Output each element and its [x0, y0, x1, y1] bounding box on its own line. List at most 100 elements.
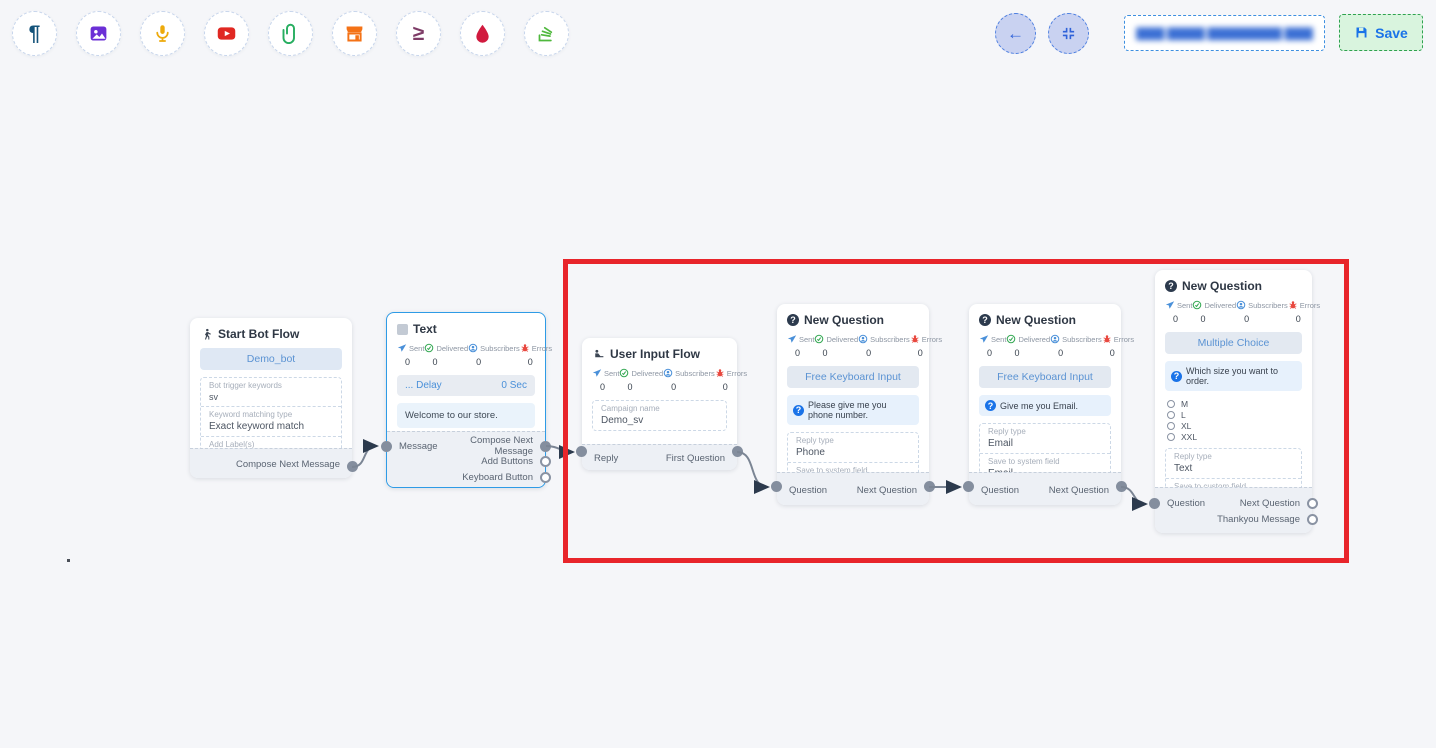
- delivered-icon: [424, 343, 434, 353]
- out-label-next-question: Next Question: [857, 485, 917, 496]
- out-label-add-buttons: Add Buttons: [481, 456, 533, 467]
- file-block-button[interactable]: [268, 11, 313, 56]
- stray-dot: [67, 559, 70, 562]
- out-label-thankyou-message: Thankyou Message: [1217, 514, 1300, 525]
- field-reply-type[interactable]: Reply type Phone: [788, 433, 918, 462]
- socket-compose-next-message-out[interactable]: [347, 461, 358, 472]
- errors-icon: [1102, 334, 1112, 344]
- node-new-question-email[interactable]: ? New Question Sent0 Delivered0 Subscrib…: [969, 304, 1121, 505]
- ecommerce-block-button[interactable]: [332, 11, 377, 56]
- delay-bar[interactable]: ... Delay 0 Sec: [397, 375, 535, 396]
- question-icon: ?: [1165, 280, 1177, 292]
- stats-row: Sent0 Delivered0 Subscribers0 Errors0: [1165, 300, 1302, 324]
- socket-add-buttons-out[interactable]: [540, 456, 551, 467]
- video-block-button[interactable]: [204, 11, 249, 56]
- reply-type-button[interactable]: Free Keyboard Input: [979, 366, 1111, 388]
- in-label-message: Message: [399, 441, 438, 452]
- field-bot-trigger-keywords[interactable]: Bot trigger keywords sv: [201, 378, 341, 406]
- socket-question-in[interactable]: [771, 481, 782, 492]
- question-mark-icon: ?: [793, 405, 804, 416]
- delivered-icon: [814, 334, 824, 344]
- stats-row: Sent0 Delivered0 Subscribers0 Errors0: [787, 334, 919, 358]
- question-prompt[interactable]: ? Give me you Email.: [979, 395, 1111, 416]
- option-xl[interactable]: XL: [1167, 420, 1300, 431]
- sent-icon: [397, 343, 407, 353]
- node-footer: Reply First Question: [582, 444, 737, 470]
- node-title: New Question: [996, 313, 1076, 327]
- condition-block-button[interactable]: ≥: [396, 11, 441, 56]
- save-label: Save: [1375, 25, 1408, 41]
- socket-reply-in[interactable]: [576, 446, 587, 457]
- out-label-next-question: Next Question: [1049, 485, 1109, 496]
- user-input-icon: [592, 348, 605, 361]
- radio-icon: [1167, 422, 1175, 430]
- socket-first-question-out[interactable]: [732, 446, 743, 457]
- image-icon: [88, 23, 109, 44]
- out-label-compose-next-message: Compose Next Message: [236, 459, 340, 470]
- node-footer: Compose Next Message: [190, 448, 352, 478]
- option-m[interactable]: M: [1167, 398, 1300, 409]
- field-reply-type[interactable]: Reply type Text: [1166, 449, 1301, 478]
- node-title: New Question: [804, 313, 884, 327]
- field-campaign-name[interactable]: Campaign name Demo_sv: [593, 401, 726, 430]
- sent-icon: [592, 368, 602, 378]
- socket-next-question-out[interactable]: [1116, 481, 1127, 492]
- node-user-input-flow[interactable]: User Input Flow Sent0 Delivered0 Subscri…: [582, 338, 737, 470]
- stats-row: Sent0 Delivered0 Subscribers0 Errors0: [979, 334, 1111, 358]
- socket-message-in[interactable]: [381, 441, 392, 452]
- option-xxl[interactable]: XXL: [1167, 431, 1300, 442]
- socket-keyboard-button-out[interactable]: [540, 472, 551, 483]
- drip-block-button[interactable]: [460, 11, 505, 56]
- question-prompt[interactable]: ? Which size you want to order.: [1165, 361, 1302, 391]
- errors-icon: [715, 368, 725, 378]
- image-block-button[interactable]: [76, 11, 121, 56]
- in-label-reply: Reply: [594, 453, 618, 464]
- subscribers-icon: [1050, 334, 1060, 344]
- errors-icon: [520, 343, 530, 353]
- radio-icon: [1167, 400, 1175, 408]
- field-reply-type[interactable]: Reply type Email: [980, 424, 1110, 453]
- subscribers-icon: [468, 343, 478, 353]
- message-text[interactable]: Welcome to our store.: [397, 403, 535, 428]
- option-l[interactable]: L: [1167, 409, 1300, 420]
- node-new-question-phone[interactable]: ? New Question Sent0 Delivered0 Subscrib…: [777, 304, 929, 505]
- sequence-block-button[interactable]: [524, 11, 569, 56]
- out-label-keyboard-button: Keyboard Button: [462, 472, 533, 483]
- sent-icon: [1165, 300, 1175, 310]
- socket-next-question-out[interactable]: [1307, 498, 1318, 509]
- text-block-button[interactable]: ¶: [12, 11, 57, 56]
- compress-icon: [1061, 26, 1076, 41]
- delivered-icon: [619, 368, 629, 378]
- socket-compose-next-message-out[interactable]: [540, 441, 551, 452]
- node-footer: Question Next Question: [777, 472, 929, 505]
- socket-question-in[interactable]: [1149, 498, 1160, 509]
- question-icon: ?: [979, 314, 991, 326]
- node-text[interactable]: Text Sent0 Delivered0 Subscribers0 Error…: [386, 312, 546, 488]
- radio-icon: [1167, 433, 1175, 441]
- node-new-question-size[interactable]: ? New Question Sent0 Delivered0 Subscrib…: [1155, 270, 1312, 533]
- node-start-bot-flow[interactable]: Start Bot Flow Demo_bot Bot trigger keyw…: [190, 318, 352, 478]
- out-label-compose-next-message: Compose Next Message: [438, 435, 533, 457]
- field-keyword-matching-type[interactable]: Keyword matching type Exact keyword matc…: [201, 406, 341, 436]
- droplet-icon: [472, 23, 493, 44]
- sent-icon: [787, 334, 797, 344]
- save-button[interactable]: Save: [1339, 14, 1423, 51]
- socket-thankyou-message-out[interactable]: [1307, 514, 1318, 525]
- out-label-next-question: Next Question: [1240, 498, 1300, 509]
- errors-icon: [910, 334, 920, 344]
- question-prompt[interactable]: ? Please give me you phone number.: [787, 395, 919, 425]
- reply-type-button[interactable]: Multiple Choice: [1165, 332, 1302, 354]
- fit-view-button[interactable]: [1048, 13, 1089, 54]
- reply-type-button[interactable]: Free Keyboard Input: [787, 366, 919, 388]
- socket-next-question-out[interactable]: [924, 481, 935, 492]
- wire-user-input-to-q1[interactable]: [737, 452, 768, 487]
- back-arrow-icon: ←: [1007, 24, 1024, 44]
- audio-block-button[interactable]: [140, 11, 185, 56]
- paperclip-icon: [280, 23, 301, 44]
- stats-row: Sent0 Delivered0 Subscribers0 Errors0: [592, 368, 727, 392]
- socket-question-in[interactable]: [963, 481, 974, 492]
- back-button[interactable]: ←: [995, 13, 1036, 54]
- question-mark-icon: ?: [1171, 371, 1182, 382]
- bot-name-button[interactable]: Demo_bot: [200, 348, 342, 370]
- flow-name-input[interactable]: ▇▇▇ ▇▇▇▇ ▇▇▇▇▇▇▇▇ ▇▇▇: [1124, 15, 1325, 51]
